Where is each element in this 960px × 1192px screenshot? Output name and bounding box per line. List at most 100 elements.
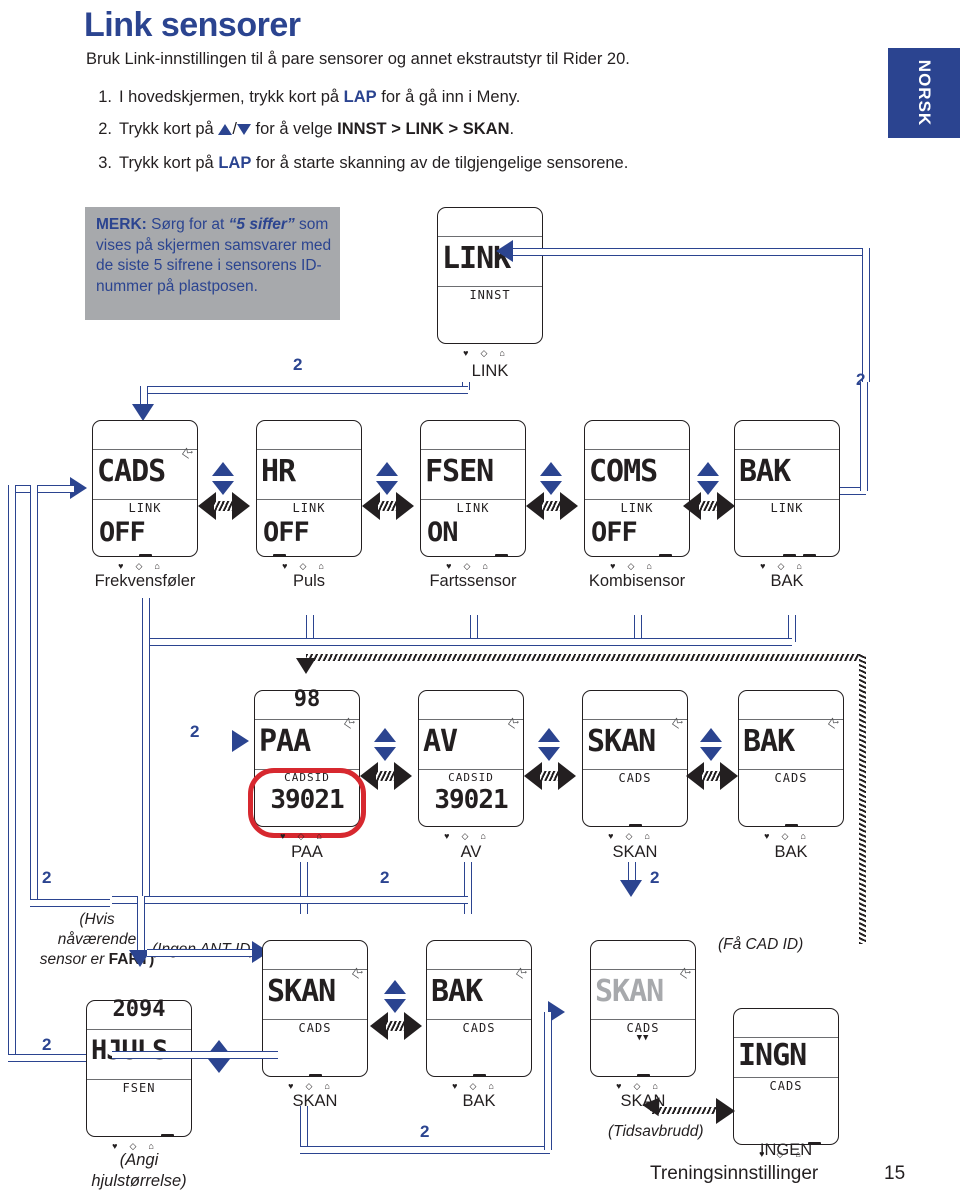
step-1-key: LAP xyxy=(343,88,377,106)
step-marker-left-bottom: 2 xyxy=(42,1035,52,1054)
tab-tick-bak-row3 xyxy=(473,1073,486,1077)
device-status-icons: ♥◇⌂ xyxy=(463,348,517,358)
scanning-indicator-icon: ▼▼ xyxy=(636,1033,650,1043)
note-text-1: Sørg for at xyxy=(146,216,229,233)
caption-hjuls-l2: hjulstørrelse) xyxy=(91,1172,187,1190)
device-status-icons: ♥◇⌂ xyxy=(452,1081,506,1091)
conn-ingen-ant-h xyxy=(147,949,257,957)
device-screen-av-value: 39021 xyxy=(434,785,508,815)
nav-leftright-6[interactable] xyxy=(524,762,576,790)
device-screen-hjuls-sub: FSEN xyxy=(122,1081,156,1095)
device-screen-cads-main: CADS xyxy=(97,454,166,489)
step-3: 3. Trykk kort på LAP for å starte skannin… xyxy=(86,154,628,173)
caption-av: AV xyxy=(460,843,482,861)
arrow-hatched-down-to-paa xyxy=(296,658,316,674)
language-tab-label: NORSK xyxy=(915,59,934,127)
caption-frekvensfoler: Frekvensføler xyxy=(94,572,196,590)
nav-leftright-8[interactable] xyxy=(370,1012,422,1040)
nav-updown-1[interactable] xyxy=(212,462,234,495)
conn-left-into-cads-h xyxy=(8,485,74,493)
device-status-icons: ♥◇⌂ xyxy=(118,561,172,571)
page-title: Link sensorer xyxy=(84,6,301,44)
nav-updown-7[interactable] xyxy=(700,728,722,761)
device-screen-fsen-main: FSEN xyxy=(425,454,494,489)
device-screen-ingn: INGN CADS xyxy=(733,1008,839,1145)
tab-tick-hr xyxy=(273,553,286,557)
step-2: 2. Trykk kort på / for å velge INNST > LI… xyxy=(86,120,514,139)
nav-updown-4[interactable] xyxy=(697,462,719,495)
step-1-number: 1. xyxy=(98,88,112,106)
note-merk: MERK: Sørg for at “5 siffer” som vises p… xyxy=(85,207,340,320)
conn-left-inner-v xyxy=(30,485,38,905)
nav-updown-3[interactable] xyxy=(540,462,562,495)
device-screen-fsen: FSEN LINK ON xyxy=(420,420,526,557)
nav-updown-2[interactable] xyxy=(376,462,398,495)
device-screen-hjuls-top: 2094 xyxy=(112,997,166,1022)
note-hvis-fart-l3a: sensor er xyxy=(39,951,109,968)
tab-tick-cads xyxy=(139,553,152,557)
device-screen-av: ☈ AV CADSID 39021 xyxy=(418,690,524,827)
nav-updown-5[interactable] xyxy=(374,728,396,761)
device-screen-av-sub: CADSID xyxy=(448,771,494,784)
device-screen-link-sub: INNST xyxy=(469,288,511,302)
device-status-icons: ♥◇⌂ xyxy=(764,831,818,841)
device-status-icons: ♥◇⌂ xyxy=(760,561,814,571)
nav-leftright-4[interactable] xyxy=(683,492,735,520)
step-marker-bottom: 2 xyxy=(420,1122,430,1141)
arrow-down-from-skan-row2 xyxy=(620,880,642,897)
caption-hjuls-l1: (Angi xyxy=(119,1151,159,1169)
device-status-icons: ♥◇⌂ xyxy=(280,831,334,841)
conn-bak-right-v xyxy=(860,382,868,491)
device-screen-ingn-main: INGN xyxy=(738,1038,807,1073)
device-screen-paa-main: PAA xyxy=(259,724,311,759)
device-screen-hr-sub: LINK xyxy=(292,501,326,515)
device-screen-coms-value: OFF xyxy=(591,517,638,548)
note-prefix: MERK: xyxy=(96,216,147,233)
arrow-right-into-paa xyxy=(232,730,249,752)
step-3-number: 3. xyxy=(98,154,112,172)
tab-tick-bak-a xyxy=(783,553,796,557)
nav-updown-9[interactable] xyxy=(384,980,406,1013)
device-screen-ingn-sub: CADS xyxy=(769,1079,803,1093)
conn-link-to-cads-h xyxy=(140,386,468,394)
step-2-pre: Trykk kort på xyxy=(119,120,219,138)
caption-bak-row3: BAK xyxy=(462,1092,496,1110)
note-tidsavbrudd: (Tidsavbrudd) xyxy=(608,1123,704,1140)
device-screen-skan-row3-main: SKAN xyxy=(267,974,336,1009)
conn-bus-left-down xyxy=(142,638,150,898)
triangle-up-icon xyxy=(218,124,233,135)
note-hvis-fart-l2: nåværende xyxy=(57,931,137,948)
conn-left-inner-h xyxy=(30,899,110,907)
device-status-icons: ♥◇⌂ xyxy=(446,561,500,571)
device-screen-paa-top: 98 xyxy=(293,687,321,712)
device-screen-skan-row2: ☈ SKAN CADS xyxy=(582,690,688,827)
device-status-icons: ♥◇⌂ xyxy=(610,561,664,571)
device-screen-bak-row1-sub: LINK xyxy=(770,501,804,515)
device-screen-hr: HR LINK OFF xyxy=(256,420,362,557)
caption-fartssensor: Fartssensor xyxy=(429,572,517,590)
conn-av-down xyxy=(464,862,472,914)
device-screen-skan-scanning-main: SKAN xyxy=(595,974,664,1009)
device-screen-skan-row3-sub: CADS xyxy=(298,1021,332,1035)
conn-left-outer-v xyxy=(8,485,16,1060)
conn-down-to-hjuls xyxy=(137,896,145,956)
tab-tick-skan-row3 xyxy=(309,1073,322,1077)
device-status-icons: ♥◇⌂ xyxy=(444,831,498,841)
conn-bottom-return-h xyxy=(300,1146,550,1154)
conn-paa-av-bus xyxy=(112,896,468,904)
step-1-post: for å gå inn i Meny. xyxy=(376,88,521,106)
nav-leftright-5[interactable] xyxy=(360,762,412,790)
conn-row1-bus xyxy=(142,638,792,646)
nav-leftright-7[interactable] xyxy=(686,762,738,790)
nav-leftright-3[interactable] xyxy=(526,492,578,520)
step-2-number: 2. xyxy=(98,120,112,138)
note-quoted: “5 siffer” xyxy=(228,216,295,233)
nav-leftright-2[interactable] xyxy=(362,492,414,520)
note-hvis-fart-l1: (Hvis xyxy=(79,911,115,928)
step-marker-left-mid: 2 xyxy=(42,868,52,887)
nav-updown-6[interactable] xyxy=(538,728,560,761)
nav-leftright-1[interactable] xyxy=(198,492,250,520)
device-screen-coms-sub: LINK xyxy=(620,501,654,515)
conn-skan-row3-down xyxy=(300,1106,308,1150)
caption-bak-row1: BAK xyxy=(770,572,804,590)
